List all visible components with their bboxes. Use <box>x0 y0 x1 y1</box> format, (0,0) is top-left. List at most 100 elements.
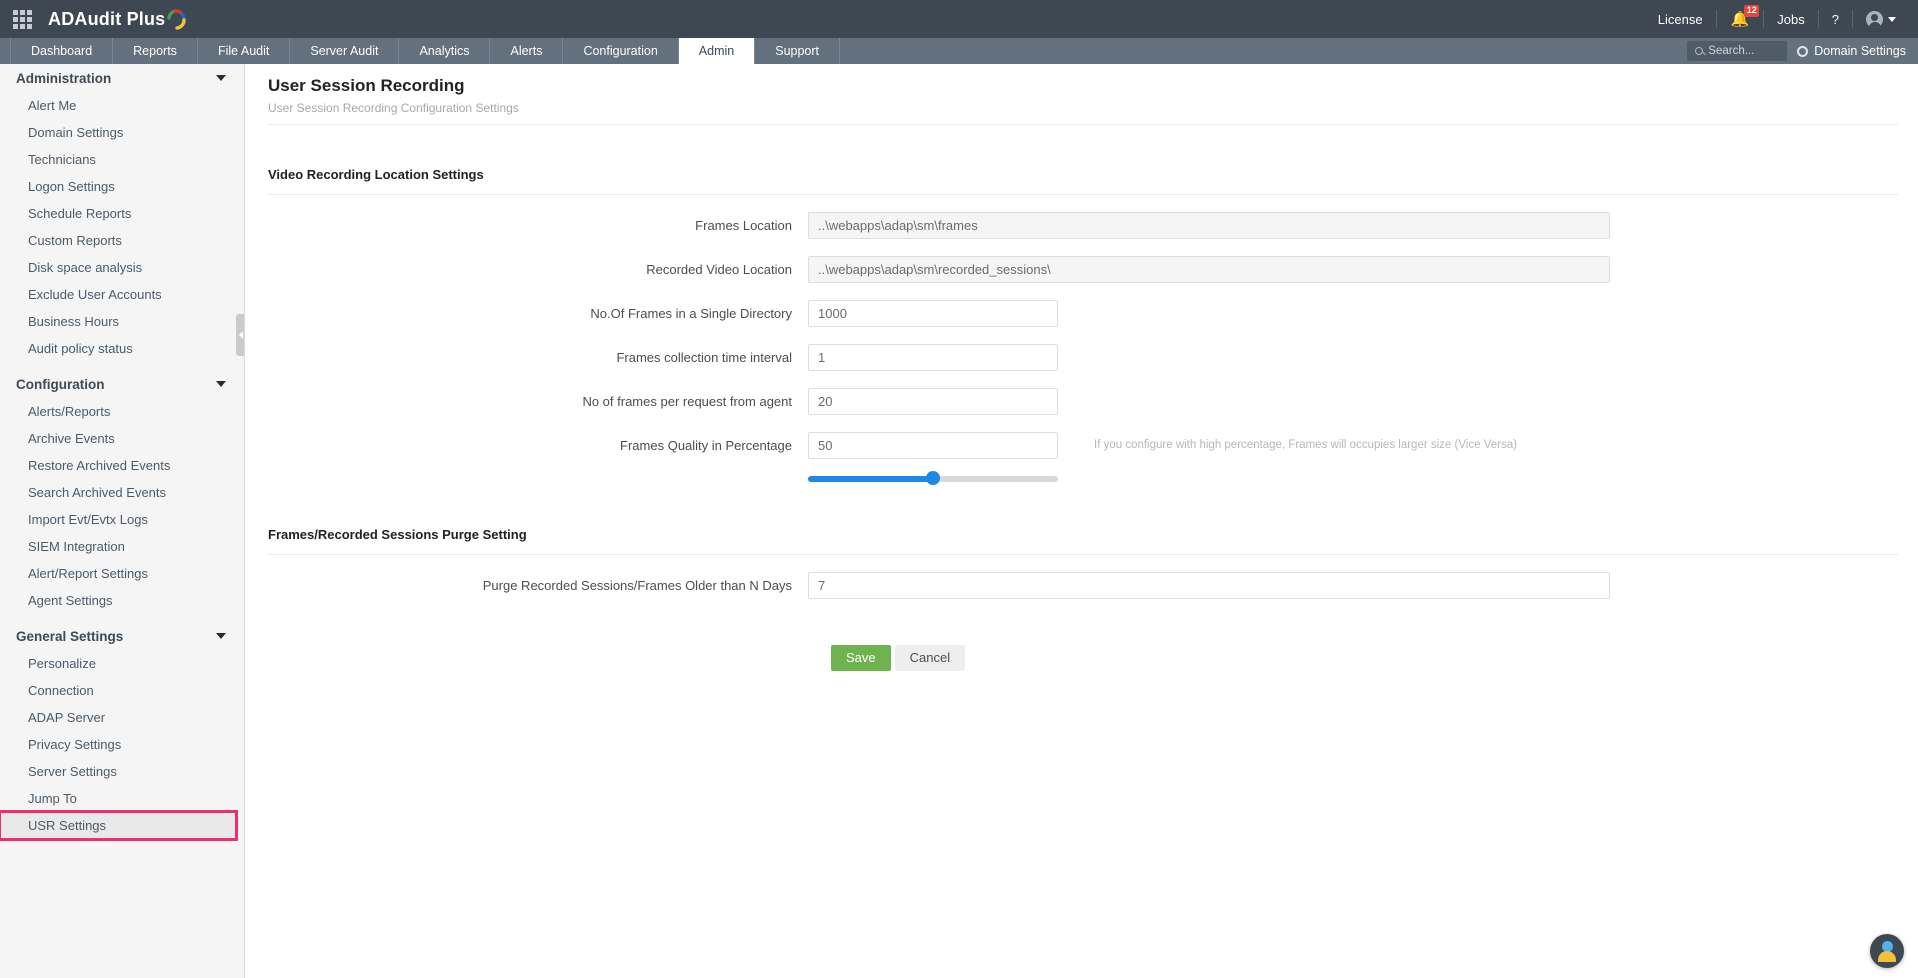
sidebar-item-label: Exclude User Accounts <box>28 287 162 302</box>
sidebar-item-label: Alert Me <box>28 98 77 113</box>
tab-configuration[interactable]: Configuration <box>563 38 679 64</box>
notification-count-badge: 12 <box>1744 5 1760 17</box>
sidebar-item-audit-policy-status[interactable]: Audit policy status <box>0 335 244 362</box>
frames-per-directory-input[interactable]: 1000 <box>808 300 1058 327</box>
sidebar-item-alert-me[interactable]: Alert Me <box>0 92 244 119</box>
search-placeholder: Search... <box>1708 45 1755 57</box>
primary-navigation: Dashboard Reports File Audit Server Audi… <box>0 38 1918 64</box>
tab-admin[interactable]: Admin <box>678 38 756 64</box>
frames-quality-slider[interactable] <box>808 471 1058 485</box>
sidebar-item-agent-settings[interactable]: Agent Settings <box>0 587 244 614</box>
sidebar-item-label: Alert/Report Settings <box>28 566 148 581</box>
sidebar-item-label: Schedule Reports <box>28 206 132 221</box>
gear-icon <box>1797 45 1809 57</box>
sidebar-item-connection[interactable]: Connection <box>0 677 244 704</box>
chevron-down-icon <box>216 381 226 387</box>
sidebar-item-restore-archived-events[interactable]: Restore Archived Events <box>0 452 244 479</box>
sidebar-item-technicians[interactable]: Technicians <box>0 146 244 173</box>
domain-settings-label: Domain Settings <box>1814 44 1906 58</box>
sidebar-item-label: Domain Settings <box>28 125 124 140</box>
sidebar-item-jump-to[interactable]: Jump To <box>0 785 244 812</box>
tab-server-audit[interactable]: Server Audit <box>290 38 400 64</box>
purge-days-input[interactable]: 7 <box>808 572 1610 599</box>
video-section-title: Video Recording Location Settings <box>268 167 484 182</box>
form-actions: Save Cancel <box>831 645 1898 672</box>
sidebar-item-alert-report-settings[interactable]: Alert/Report Settings <box>0 560 244 587</box>
tab-file-audit[interactable]: File Audit <box>198 38 291 64</box>
tab-reports[interactable]: Reports <box>113 38 198 64</box>
support-chat-button[interactable] <box>1870 934 1904 968</box>
search-input[interactable]: Search... <box>1687 41 1788 61</box>
sidebar-item-search-archived-events[interactable]: Search Archived Events <box>0 479 244 506</box>
frames-collection-interval-input[interactable]: 1 <box>808 344 1058 371</box>
sidebar-item-label: Logon Settings <box>28 179 115 194</box>
sidebar-item-domain-settings[interactable]: Domain Settings <box>0 119 244 146</box>
slider-thumb[interactable] <box>926 471 940 485</box>
field-row-recorded-video-location: Recorded Video Location ..\webapps\adap\… <box>268 256 1898 283</box>
frames-per-request-input[interactable]: 20 <box>808 388 1058 415</box>
app-brand-label: ADAudit Plus <box>48 9 166 29</box>
sidebar-item-privacy-settings[interactable]: Privacy Settings <box>0 731 244 758</box>
help-button[interactable]: ? <box>1819 0 1852 38</box>
field-row-frames-collection-interval: Frames collection time interval 1 <box>268 344 1898 371</box>
sidebar-item-archive-events[interactable]: Archive Events <box>0 425 244 452</box>
sidebar-item-business-hours[interactable]: Business Hours <box>0 308 244 335</box>
sidebar-item-schedule-reports[interactable]: Schedule Reports <box>0 200 244 227</box>
sidebar-group-administration[interactable]: Administration <box>0 64 244 92</box>
frames-quality-input[interactable]: 50 <box>808 432 1058 459</box>
sidebar-item-label: Import Evt/Evtx Logs <box>28 512 148 527</box>
sidebar-item-label: Disk space analysis <box>28 260 143 275</box>
sidebar-item-alerts-reports[interactable]: Alerts/Reports <box>0 398 244 425</box>
tab-dashboard[interactable]: Dashboard <box>10 38 114 64</box>
sidebar-item-usr-settings[interactable]: USR Settings <box>0 810 238 841</box>
tab-alerts[interactable]: Alerts <box>490 38 564 64</box>
recorded-video-location-label: Recorded Video Location <box>646 262 792 277</box>
sidebar-item-exclude-user-accounts[interactable]: Exclude User Accounts <box>0 281 244 308</box>
recorded-video-location-input[interactable]: ..\webapps\adap\sm\recorded_sessions\ <box>808 256 1610 283</box>
main-content: User Session Recording User Session Reco… <box>246 64 1918 978</box>
jobs-link[interactable]: Jobs <box>1764 0 1817 38</box>
sidebar-item-personalize[interactable]: Personalize <box>0 650 244 677</box>
sidebar-item-custom-reports[interactable]: Custom Reports <box>0 227 244 254</box>
cancel-button[interactable]: Cancel <box>894 645 966 672</box>
sidebar-item-label: Jump To <box>28 791 77 806</box>
tab-analytics[interactable]: Analytics <box>399 38 491 64</box>
sidebar-item-label: Search Archived Events <box>28 485 167 500</box>
sidebar-group-label: General Settings <box>16 628 124 644</box>
purge-days-label: Purge Recorded Sessions/Frames Older tha… <box>482 578 792 593</box>
sidebar-item-label: Custom Reports <box>28 233 122 248</box>
chevron-down-icon <box>1888 16 1896 22</box>
sidebar-item-label: Connection <box>28 683 94 698</box>
sidebar-group-general-settings[interactable]: General Settings <box>0 622 244 650</box>
sidebar-item-import-evt-logs[interactable]: Import Evt/Evtx Logs <box>0 506 244 533</box>
user-account-menu[interactable] <box>1853 10 1906 28</box>
sidebar-item-siem-integration[interactable]: SIEM Integration <box>0 533 244 560</box>
app-brand[interactable]: ADAudit Plus <box>48 8 188 30</box>
sidebar-group-configuration[interactable]: Configuration <box>0 370 244 398</box>
sidebar-collapse-handle[interactable] <box>236 314 244 356</box>
sidebar-item-adap-server[interactable]: ADAP Server <box>0 704 244 731</box>
field-row-frames-per-directory: No.Of Frames in a Single Directory 1000 <box>268 300 1898 327</box>
notifications-button[interactable]: 🔔 12 <box>1717 0 1764 38</box>
sidebar-item-label: Business Hours <box>28 314 120 329</box>
brand-swoosh-icon <box>166 8 188 30</box>
search-icon <box>1695 47 1704 55</box>
tab-support[interactable]: Support <box>755 38 841 64</box>
sidebar-item-logon-settings[interactable]: Logon Settings <box>0 173 244 200</box>
domain-settings-button[interactable]: Domain Settings <box>1797 44 1906 58</box>
sidebar-item-disk-space-analysis[interactable]: Disk space analysis <box>0 254 244 281</box>
grid-apps-icon[interactable] <box>10 7 34 31</box>
support-agent-body <box>1878 951 1896 962</box>
nav-right-cluster: Search... Domain Settings <box>1687 38 1918 64</box>
frames-location-label: Frames Location <box>695 218 792 233</box>
frames-location-input[interactable]: ..\webapps\adap\sm\frames <box>808 212 1610 239</box>
sidebar-item-label: Server Settings <box>28 764 117 779</box>
sidebar-item-server-settings[interactable]: Server Settings <box>0 758 244 785</box>
license-link[interactable]: License <box>1645 0 1716 38</box>
frames-quality-label: Frames Quality in Percentage <box>620 438 792 453</box>
save-button[interactable]: Save <box>831 645 891 672</box>
sidebar-item-label: Agent Settings <box>28 593 113 608</box>
video-section-divider <box>268 194 1898 195</box>
frames-quality-hint: If you configure with high percentage, F… <box>1094 439 1517 451</box>
slider-fill <box>808 476 933 482</box>
